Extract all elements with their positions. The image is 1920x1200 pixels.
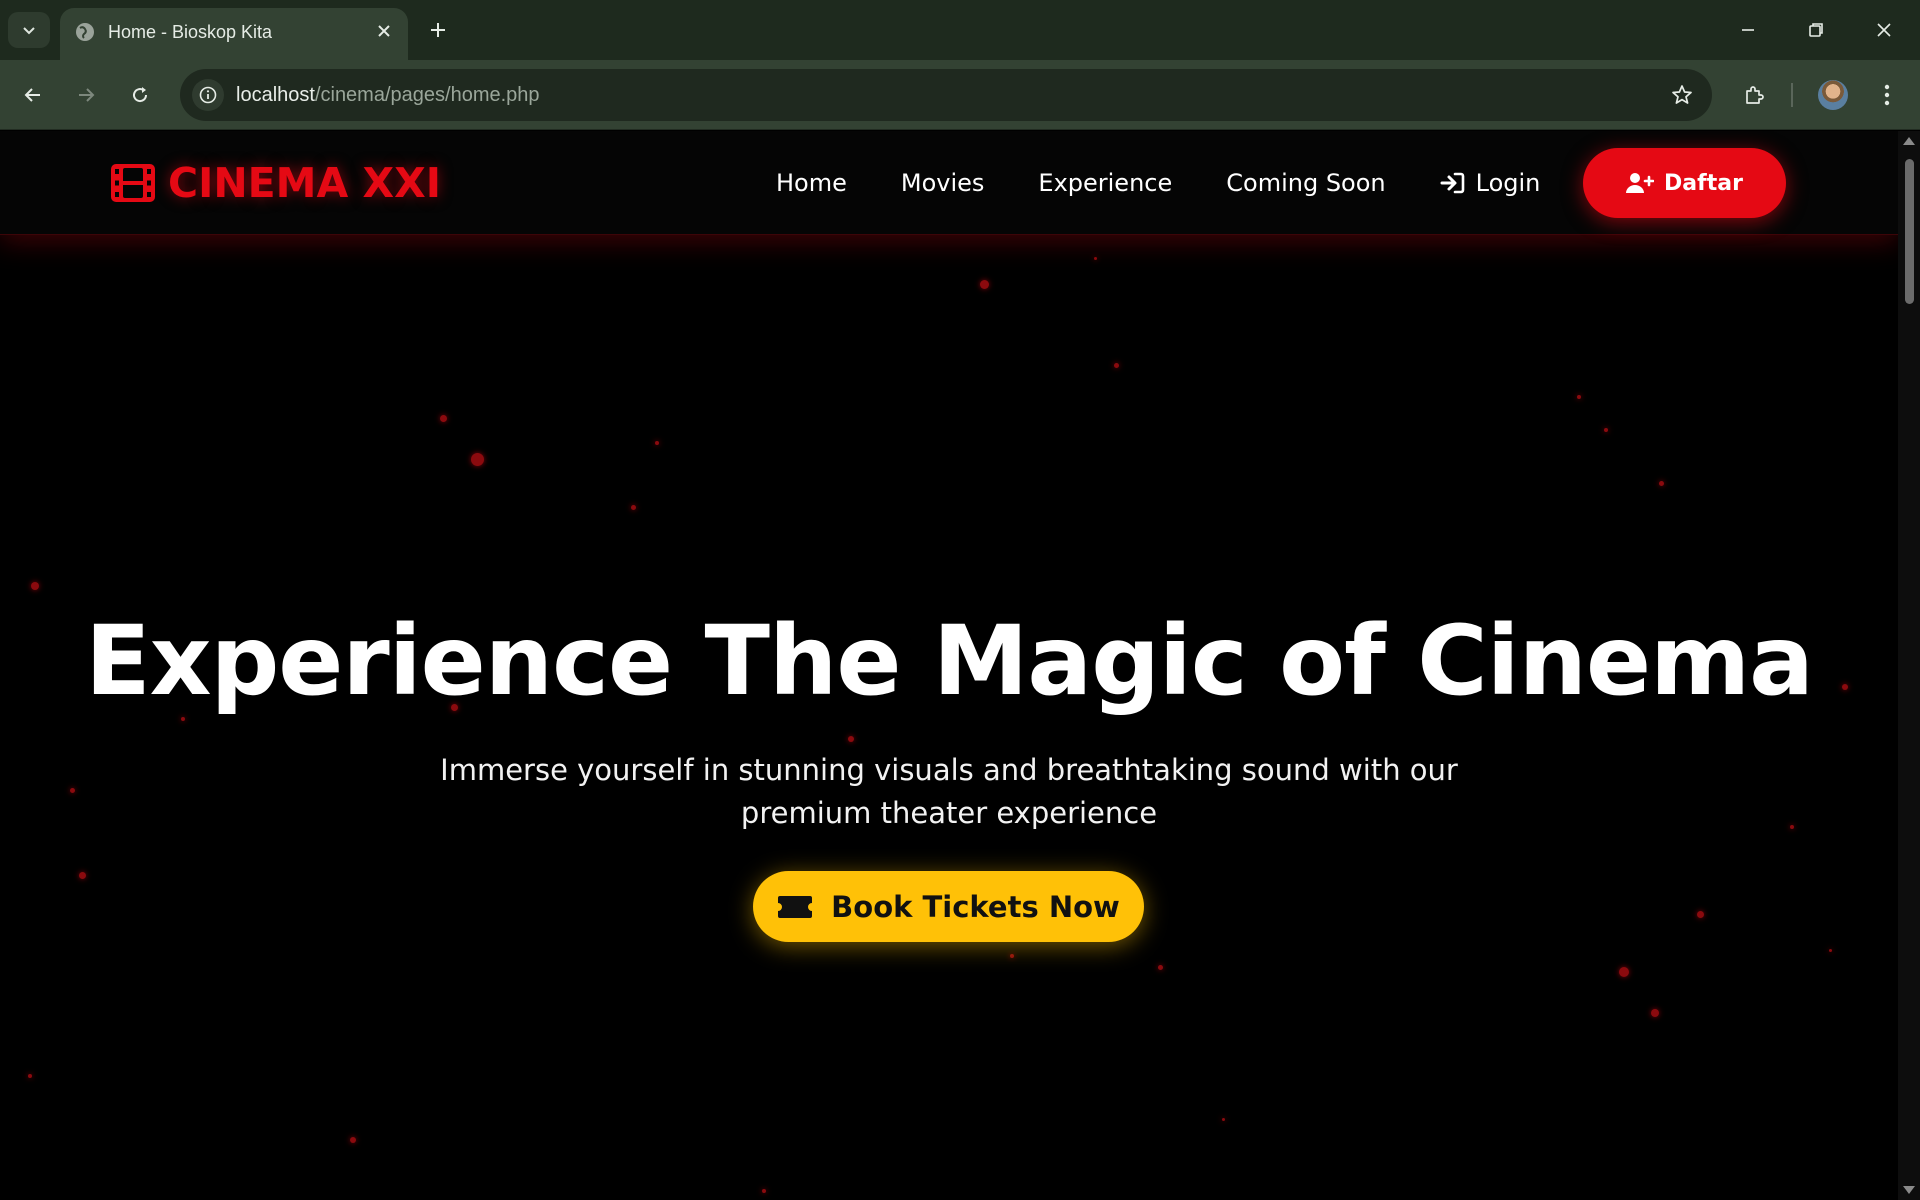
particle [1604,428,1608,432]
url-text: localhost/cinema/pages/home.php [236,83,540,107]
hero-title: Experience The Magic of Cinema [85,605,1814,717]
page-scrollbar[interactable] [1898,131,1920,1200]
forward-icon[interactable] [65,74,107,116]
profile-avatar[interactable] [1812,74,1854,116]
login-label: Login [1475,169,1541,197]
particle [79,872,86,879]
browser-tab-active[interactable]: Home - Bioskop Kita [60,8,408,60]
reload-icon[interactable] [119,74,161,116]
particle [1577,395,1581,399]
page-viewport: CINEMA XXI Home Movies Experience Coming… [0,131,1898,1200]
particle [1094,257,1097,260]
site-header: CINEMA XXI Home Movies Experience Coming… [0,131,1898,235]
address-bar[interactable]: localhost/cinema/pages/home.php [180,69,1712,121]
particle [471,453,484,466]
particle [440,415,447,422]
particle [70,788,75,793]
particle [28,1074,32,1078]
tab-search-icon[interactable] [8,12,50,48]
particle [1114,363,1119,368]
ticket-icon [778,895,813,918]
url-host: localhost [236,84,315,106]
star-icon[interactable] [1666,79,1698,111]
nav-login[interactable]: Login [1440,166,1541,200]
main-nav: Home Movies Experience Coming Soon Login [776,166,1594,200]
url-path: /cinema/pages/home.php [314,84,540,106]
site-info-icon[interactable] [192,79,224,111]
minimize-icon[interactable] [1728,10,1768,50]
particle [350,1137,356,1143]
particle [1010,954,1014,958]
particle [1222,1118,1225,1121]
login-icon [1440,172,1464,194]
particle [1158,965,1163,970]
nav-movies[interactable]: Movies [901,166,985,200]
avatar [1818,80,1848,110]
register-label: Daftar [1664,170,1743,196]
particle [1651,1009,1659,1017]
plus-icon[interactable] [422,14,454,46]
browser-tab-bar: Home - Bioskop Kita [0,0,1920,60]
globe-icon [76,23,94,41]
particle [31,582,39,590]
particle [631,505,636,510]
tab-title: Home - Bioskop Kita [108,22,273,42]
scroll-thumb[interactable] [1905,159,1914,304]
film-icon [111,164,155,202]
restore-icon[interactable] [1796,10,1836,50]
book-tickets-button[interactable]: Book Tickets Now [753,871,1144,942]
particle [1659,481,1664,486]
close-window-icon[interactable] [1864,10,1904,50]
scroll-up-arrow[interactable] [1903,137,1915,145]
close-icon[interactable] [372,19,396,43]
toolbar-divider [1791,83,1793,107]
particle [762,1189,766,1193]
browser-toolbar: localhost/cinema/pages/home.php [0,60,1920,130]
register-button[interactable]: Daftar [1583,148,1786,218]
hero-subtitle: Immerse yourself in stunning visuals and… [440,753,1458,830]
nav-home[interactable]: Home [776,166,847,200]
nav-experience[interactable]: Experience [1038,166,1172,200]
particle [980,280,989,289]
nav-coming-soon[interactable]: Coming Soon [1226,166,1385,200]
back-icon[interactable] [12,74,54,116]
menu-icon[interactable] [1866,74,1908,116]
user-plus-icon [1626,173,1655,193]
site-logo[interactable]: CINEMA XXI [110,159,441,207]
particle [1697,911,1704,918]
extensions-icon[interactable] [1733,74,1775,116]
scroll-down-arrow[interactable] [1903,1186,1915,1194]
particle [848,736,854,742]
brand-name: CINEMA XXI [168,159,441,207]
particle [655,441,659,445]
particle [1790,825,1794,829]
particle [1829,949,1832,952]
particle [1619,967,1629,977]
book-tickets-label: Book Tickets Now [831,889,1120,924]
